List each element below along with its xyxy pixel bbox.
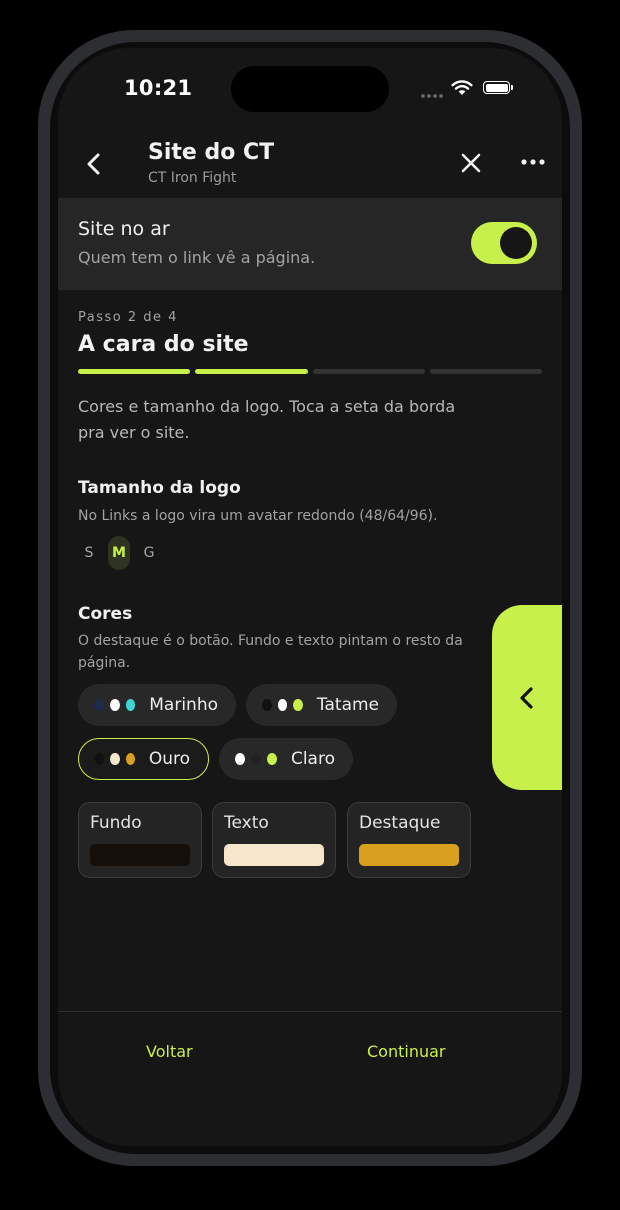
site-live-bar: Site no ar Quem tem o link vê a página. — [58, 198, 562, 290]
app-header: Site do CT CT Iron Fight — [58, 130, 562, 198]
color-dot — [293, 699, 303, 711]
intro-text: Cores e tamanho da logo. Toca a seta da … — [78, 397, 456, 442]
page-title: Site do CT — [148, 140, 275, 165]
site-live-subtitle: Quem tem o link vê a página. — [78, 248, 316, 267]
swatch-label: Fundo — [90, 813, 142, 833]
logo-size-option[interactable]: G — [138, 536, 160, 570]
color-dot — [262, 699, 272, 711]
progress-segment — [429, 369, 542, 374]
colors-title: Cores — [78, 604, 133, 624]
progress-segment — [195, 369, 308, 374]
site-live-toggle[interactable] — [471, 222, 537, 264]
theme-chip-tatame[interactable]: Tatame — [246, 684, 397, 726]
color-dot — [125, 753, 135, 765]
swatch-fundo[interactable]: Fundo — [78, 802, 202, 878]
color-dot — [235, 753, 245, 765]
dynamic-island — [231, 66, 389, 112]
theme-chip-label: Ouro — [148, 749, 191, 769]
theme-chip-label: Claro — [290, 749, 335, 769]
signal-icon — [420, 94, 444, 98]
logo-size-selector: SMG — [78, 536, 160, 570]
swatch-color-bar — [359, 844, 459, 866]
color-dot — [266, 753, 277, 765]
swatch-texto[interactable]: Texto — [212, 802, 336, 878]
preview-side-tab[interactable] — [492, 605, 562, 790]
theme-chip-ouro[interactable]: Ouro — [78, 738, 209, 780]
site-live-title: Site no ar — [78, 218, 170, 240]
swatch-label: Destaque — [359, 813, 441, 833]
logo-size-option[interactable]: M — [108, 536, 130, 570]
logo-size-option[interactable]: S — [78, 536, 100, 570]
close-icon[interactable] — [458, 150, 484, 176]
logo-size-title: Tamanho da logo — [78, 478, 241, 498]
colors-desc: O destaque é o botão. Fundo e texto pint… — [78, 633, 463, 671]
battery-icon — [483, 81, 513, 94]
wifi-icon — [451, 80, 473, 95]
progress-segment — [312, 369, 425, 374]
back-arrow-icon[interactable] — [80, 148, 108, 180]
swatch-color-bar — [224, 844, 324, 866]
swatch-label: Texto — [224, 813, 269, 833]
step-label: Passo 2 de 4 — [78, 310, 178, 325]
more-options-icon[interactable] — [518, 152, 548, 172]
logo-size-desc: No Links a logo vira um avatar redondo (… — [78, 508, 438, 524]
color-dot — [250, 753, 261, 765]
theme-chip-claro[interactable]: Claro — [219, 738, 353, 780]
swatch-color-bar — [90, 844, 190, 866]
status-time: 10:21 — [124, 76, 193, 100]
chevron-left-icon — [520, 687, 533, 709]
color-dot — [110, 753, 120, 765]
page-subtitle: CT Iron Fight — [148, 170, 237, 186]
back-button[interactable]: Voltar — [146, 1042, 193, 1061]
screen: 10:21 Site do CT CT Iron Fight Site no a… — [58, 48, 562, 1146]
theme-chip-label: Tatame — [316, 695, 380, 715]
progress-segment — [78, 369, 191, 374]
step-title: A cara do site — [78, 332, 249, 357]
color-dot — [125, 699, 136, 711]
color-dot — [277, 699, 288, 711]
footer-bar: Voltar Continuar — [58, 1011, 562, 1146]
color-dot — [95, 753, 105, 765]
swatch-destaque[interactable]: Destaque — [347, 802, 471, 878]
toggle-knob — [500, 227, 532, 259]
continue-button[interactable]: Continuar — [367, 1042, 445, 1061]
color-dot — [109, 699, 120, 711]
theme-chip-label: Marinho — [149, 695, 218, 715]
theme-chip-marinho[interactable]: Marinho — [78, 684, 236, 726]
step-progress — [78, 369, 542, 374]
color-dot — [94, 699, 104, 711]
